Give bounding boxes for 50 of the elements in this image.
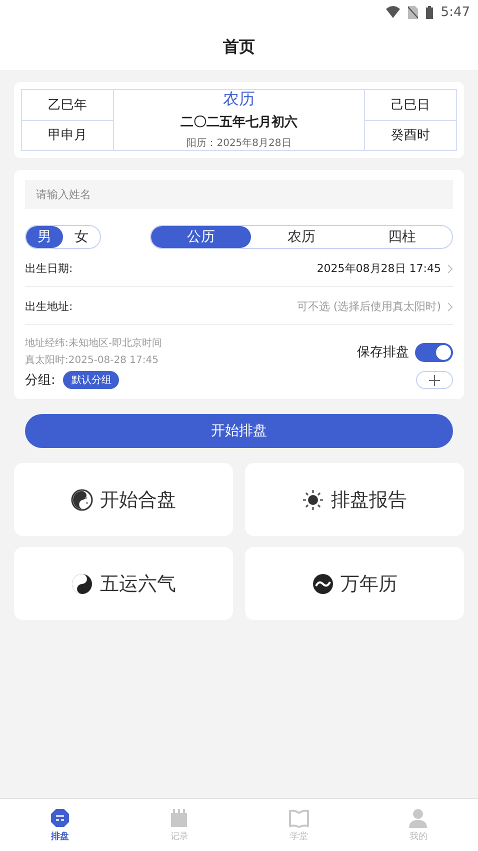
feature-tile[interactable]: 开始合盘	[14, 463, 233, 536]
book-icon	[288, 808, 309, 828]
field-label: 出生地址:	[25, 299, 73, 314]
feature-tile[interactable]: 五运六气	[14, 547, 233, 620]
name-field[interactable]: 请输入姓名	[25, 180, 453, 209]
status-time: 5:47	[440, 4, 470, 20]
wifi-icon	[386, 6, 400, 18]
gender-option[interactable]: 女	[63, 226, 100, 248]
tab-item[interactable]: 排盘	[0, 799, 120, 851]
group-tag[interactable]: 默认分组	[63, 371, 120, 389]
feature-tile[interactable]: 排盘报告	[245, 463, 464, 536]
calendar-type-tab[interactable]: 四柱	[352, 226, 452, 248]
swirl-icon	[312, 572, 334, 594]
yin-yang-icon	[71, 572, 93, 594]
moon-icon	[71, 488, 93, 510]
start-button[interactable]: 开始排盘	[25, 414, 453, 448]
pillar-text: 癸酉时	[364, 120, 456, 150]
add-button[interactable]	[416, 371, 453, 389]
calendar-type-tab[interactable]: 农历	[251, 226, 352, 248]
page-title: 首页	[223, 36, 255, 58]
chevron-icon	[447, 264, 453, 274]
sun-icon	[302, 488, 324, 510]
calendar-heading: 农历	[223, 90, 255, 108]
field-label: 出生日期:	[25, 261, 73, 276]
octagon-icon	[50, 808, 70, 828]
battery-icon	[426, 6, 433, 18]
calendar-icon	[169, 808, 190, 828]
group-label: 分组:	[25, 372, 56, 389]
person-icon	[408, 808, 428, 828]
field-value[interactable]: 2025年08月28日 17:45	[316, 261, 441, 276]
pillar-text: 己巳日	[364, 90, 456, 120]
tile-label: 五运六气	[100, 572, 176, 596]
pillar-text: 甲申月	[22, 120, 114, 150]
field-hint[interactable]: 可不选 (选择后使用真太阳时)	[296, 299, 441, 314]
tile-label: 万年历	[340, 572, 398, 596]
solar-time: 真太阳时:2025-08-28 17:45	[25, 354, 160, 368]
feature-tile[interactable]: 万年历	[245, 547, 464, 620]
save-toggle[interactable]	[415, 342, 453, 362]
pillar-text: 乙巳年	[22, 90, 114, 120]
gender-option[interactable]: 男	[26, 226, 63, 248]
chevron-icon	[447, 302, 453, 312]
tile-label: 排盘报告	[331, 488, 407, 512]
save-label: 保存排盘	[357, 344, 409, 361]
lunar-date: 二〇二五年七月初六	[180, 114, 298, 131]
plus-icon	[429, 374, 440, 386]
solar-date: 阳历：2025年8月28日	[186, 137, 292, 150]
location-info: 地址经纬:未知地区-即北京时间	[25, 336, 162, 351]
no-sim-icon	[408, 6, 418, 18]
tile-label: 开始合盘	[100, 488, 176, 512]
calendar-type-tab[interactable]: 公历	[151, 226, 252, 248]
